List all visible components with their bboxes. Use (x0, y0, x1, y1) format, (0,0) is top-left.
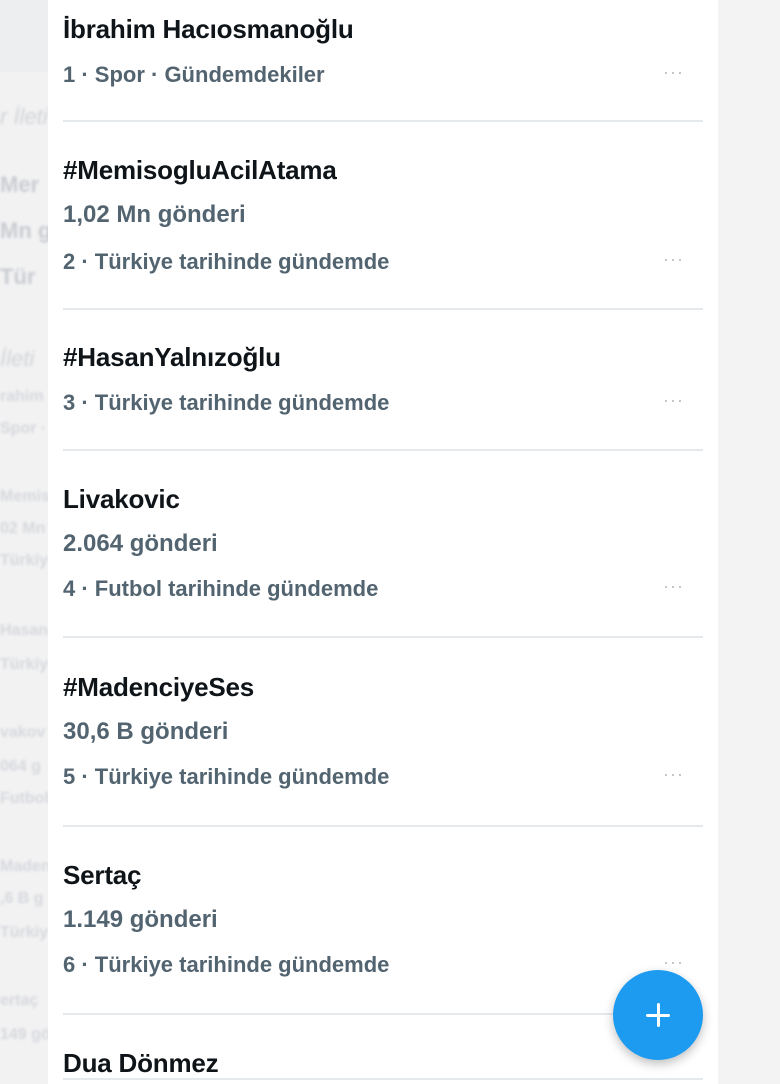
trend-meta: 5 · Türkiye tarihinde gündemde (63, 764, 390, 789)
trend-post-count: 1,02 Mn gönderi (63, 201, 246, 228)
ghost-text: Maden (0, 858, 51, 875)
ghost-text: Futbol (0, 790, 49, 807)
ghost-text: r İleti (0, 104, 48, 129)
ghost-text: 149 gö (0, 1026, 51, 1043)
trend-meta: 6 · Türkiye tarihinde gündemde (63, 952, 390, 977)
more-dots-icon[interactable]: ··· (663, 576, 684, 597)
divider (63, 449, 703, 451)
trend-title: Sertaç (63, 860, 142, 890)
ghost-text: ertaç (0, 992, 39, 1009)
ghost-text: rahim (0, 388, 44, 405)
divider (63, 308, 703, 310)
ghost-text: Spor · (0, 420, 47, 437)
trend-title: Dua Dönmez (63, 1048, 219, 1078)
trends-panel: İbrahim Hacıosmanoğlu 1 · Spor · Gündemd… (48, 0, 718, 1084)
more-dots-icon[interactable]: ··· (663, 764, 684, 785)
ghost-text: Tür (0, 264, 36, 289)
ghost-text: ,6 B g (0, 890, 44, 907)
trend-title: İbrahim Hacıosmanoğlu (63, 14, 354, 44)
ghost-text: Türkiy (0, 656, 49, 673)
divider (63, 1013, 703, 1015)
trend-meta: 1 · Spor · Gündemdekiler (63, 62, 325, 87)
ghost-text: Türkiy (0, 924, 49, 941)
compose-button[interactable] (613, 970, 703, 1060)
ghost-text: 064 g (0, 758, 41, 775)
ghost-text: Mer (0, 172, 40, 197)
background-right-edge (718, 0, 780, 1084)
trend-title: #MemisogluAcilAtama (63, 155, 337, 185)
ghost-text: vakov (0, 724, 46, 741)
trend-meta: 3 · Türkiye tarihinde gündemde (63, 390, 390, 415)
ghost-text: Türkiy (0, 552, 49, 569)
trend-meta: 2 · Türkiye tarihinde gündemde (63, 249, 390, 274)
ghost-text: 02 Mn (0, 520, 46, 537)
trend-title: #MadenciyeSes (63, 672, 255, 702)
trend-post-count: 2.064 gönderi (63, 530, 218, 557)
divider (63, 825, 703, 827)
divider (63, 1078, 703, 1080)
ghost-text: Mn g (0, 218, 52, 243)
divider (63, 636, 703, 638)
more-dots-icon[interactable]: ··· (663, 62, 684, 83)
divider (63, 120, 703, 122)
trend-title: #HasanYalnızoğlu (63, 342, 281, 372)
ghost-text: İleti (0, 346, 35, 371)
trend-post-count: 30,6 B gönderi (63, 718, 229, 745)
trend-title: Livakovic (63, 484, 180, 514)
ghost-text: Hasan (0, 622, 49, 639)
ghost-text: Memis (0, 488, 50, 505)
more-dots-icon[interactable]: ··· (663, 249, 684, 270)
ghost-block (0, 0, 48, 72)
trend-post-count: 1.149 gönderi (63, 906, 218, 933)
more-dots-icon[interactable]: ··· (663, 390, 684, 411)
trend-meta: 4 · Futbol tarihinde gündemde (63, 576, 379, 601)
